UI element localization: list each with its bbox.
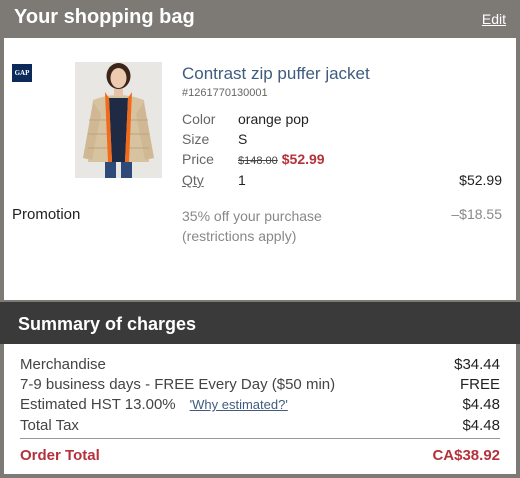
total-tax-value: $4.48 <box>462 417 500 434</box>
price-label: Price <box>182 151 214 167</box>
line-total: $52.99 <box>459 172 502 188</box>
product-sku: #1261770130001 <box>182 87 268 99</box>
hst-label: Estimated HST 13.00% <box>20 396 176 413</box>
shipping-value: FREE <box>459 376 500 393</box>
product-name-link[interactable]: Contrast zip puffer jacket <box>182 64 370 84</box>
sale-price: $52.99 <box>281 151 325 167</box>
size-value: S <box>238 131 248 147</box>
why-estimated-link[interactable]: 'Why estimated?' <box>190 397 288 412</box>
hst-row: Estimated HST 13.00% 'Why estimated?' $4.… <box>20 396 500 416</box>
promotion-description: 35% off your purchase (restrictions appl… <box>182 208 322 244</box>
color-label: Color <box>182 111 216 127</box>
color-value: orange pop <box>238 111 309 127</box>
summary-divider <box>20 438 500 439</box>
order-total-value: CA$38.92 <box>432 447 500 464</box>
summary-panel: Merchandise $34.44 7-9 business days - F… <box>4 344 516 474</box>
bag-panel: GAP Contrast zip puffer jacket #12617701… <box>4 38 516 300</box>
total-tax-label: Total Tax <box>20 417 79 434</box>
shipping-row: 7-9 business days - FREE Every Day ($50 … <box>20 376 500 396</box>
merchandise-row: Merchandise $34.44 <box>20 356 500 376</box>
order-total-label: Order Total <box>20 447 100 464</box>
jacket-photo <box>75 62 162 178</box>
price-value: $148.00 $52.99 <box>238 151 325 167</box>
promotion-label: Promotion <box>12 206 81 223</box>
shipping-label: 7-9 business days - FREE Every Day ($50 … <box>20 376 336 393</box>
original-price: $148.00 <box>238 155 278 167</box>
merchandise-value: $34.44 <box>454 356 500 373</box>
size-label: Size <box>182 131 210 147</box>
edit-link[interactable]: Edit <box>482 11 506 27</box>
promotion-amount: –$18.55 <box>451 206 502 222</box>
qty-label[interactable]: Qty <box>182 172 204 188</box>
product-image[interactable] <box>75 62 162 178</box>
hst-value: $4.48 <box>462 396 500 413</box>
total-tax-row: Total Tax $4.48 <box>20 417 500 437</box>
merchandise-label: Merchandise <box>20 356 106 373</box>
bag-header: Your shopping bag Edit <box>0 0 520 36</box>
gap-logo: GAP <box>12 64 32 82</box>
order-total-row: Order Total CA$38.92 <box>20 447 500 467</box>
summary-title: Summary of charges <box>18 314 197 334</box>
hst-label-group: Estimated HST 13.00% 'Why estimated?' <box>20 396 288 413</box>
summary-header: Summary of charges <box>0 302 520 344</box>
qty-value: 1 <box>238 172 246 188</box>
bag-title: Your shopping bag <box>14 6 195 28</box>
